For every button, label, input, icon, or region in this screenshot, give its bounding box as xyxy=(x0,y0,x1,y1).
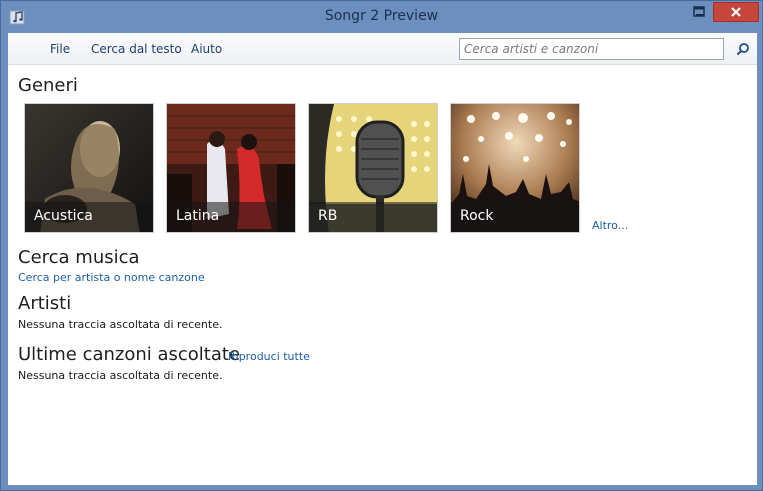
recent-empty-text: Nessuna traccia ascoltata di recente. xyxy=(18,369,223,382)
client-area: File Cerca dal testo Aiuto Generi xyxy=(8,33,757,485)
maximize-icon[interactable] xyxy=(693,6,705,17)
menu-bar: File Cerca dal testo Aiuto xyxy=(8,33,757,65)
menu-file[interactable]: File xyxy=(50,42,70,56)
window-title: Songr 2 Preview xyxy=(324,8,439,24)
close-button[interactable] xyxy=(713,2,759,22)
genre-tile-acustica[interactable]: Acustica xyxy=(24,103,154,233)
tile-label: Latina xyxy=(167,202,295,232)
genres-heading: Generi xyxy=(18,75,78,96)
genre-tile-latina[interactable]: Latina xyxy=(166,103,296,233)
search-button[interactable] xyxy=(734,40,752,58)
recent-songs-heading: Ultime canzoni ascoltate xyxy=(18,344,241,365)
artists-empty-text: Nessuna traccia ascoltata di recente. xyxy=(18,318,223,331)
artists-heading: Artisti xyxy=(18,293,72,314)
menu-help[interactable]: Aiuto xyxy=(191,42,222,56)
search-by-artist-link[interactable]: Cerca per artista o nome canzone xyxy=(18,271,205,284)
search-icon xyxy=(736,43,749,56)
tile-label: Rock xyxy=(451,202,579,232)
more-genres-link[interactable]: Altro... xyxy=(592,219,628,232)
title-bar[interactable]: Songr 2 Preview xyxy=(1,1,762,33)
tile-label: Acustica xyxy=(25,202,153,232)
menu-search-lyrics[interactable]: Cerca dal testo xyxy=(91,42,182,56)
genre-tile-rb[interactable]: RB xyxy=(308,103,438,233)
tile-label: RB xyxy=(309,202,437,232)
search-music-heading: Cerca musica xyxy=(18,247,140,268)
close-icon xyxy=(731,7,741,17)
app-window: Songr 2 Preview File Cerca dal testo Aiu… xyxy=(0,0,763,491)
play-all-link[interactable]: Riproduci tutte xyxy=(228,350,310,363)
search-input[interactable] xyxy=(459,38,724,60)
genre-tile-rock[interactable]: Rock xyxy=(450,103,580,233)
